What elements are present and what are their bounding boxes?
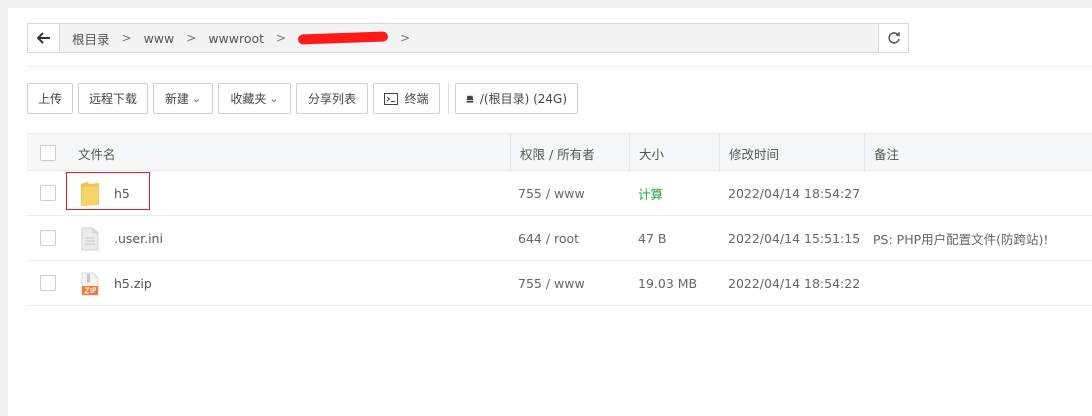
file-perm[interactable]: 644 / root [518,216,579,261]
upload-button[interactable]: 上传 [27,83,73,114]
file-perm[interactable]: 755 / www [518,261,585,306]
row-checkbox[interactable] [40,275,56,291]
file-name[interactable]: .user.ini [114,216,163,261]
chevron-right-icon: > [121,31,132,45]
table-row[interactable]: h5.zip 755 / www 19.03 MB 2022/04/14 18:… [27,261,1092,306]
breadcrumb-root[interactable]: 根目录 [68,29,114,48]
file-note: PS: PHP用户配置文件(防跨站)! [873,232,1049,247]
favorites-button[interactable]: 收藏夹 ⌄ [218,83,291,114]
table-row[interactable]: .user.ini 644 / root 47 B 2022/04/14 15:… [27,216,1092,261]
redacted-crumb [297,31,389,45]
disk-button[interactable]: /(根目录) (24G) [455,83,578,114]
header-note[interactable]: 备注 [874,134,899,172]
column-separator [629,134,630,172]
column-separator [864,134,865,172]
divider [27,66,1092,67]
chevron-down-icon: ⌄ [269,92,279,105]
toolbar: 上传 远程下载 新建 ⌄ 收藏夹 ⌄ 分享列表 终端 /(根目录) (24G) [27,83,583,114]
remote-download-button[interactable]: 远程下载 [78,83,148,114]
file-manager-panel: 根目录 > www > wwwroot > > 上传 远程下载 新建 ⌄ 收藏夹 ⌄… [8,8,1092,416]
file-mtime: 2022/04/14 18:54:22 [728,276,861,291]
select-all-checkbox[interactable] [40,145,56,161]
file-size: 19.03 MB [638,276,698,291]
folder-icon [80,171,100,216]
share-list-button[interactable]: 分享列表 [296,83,368,114]
refresh-icon [887,32,900,44]
terminal-button[interactable]: 终端 [373,83,440,114]
new-button[interactable]: 新建 ⌄ [153,83,213,114]
refresh-button[interactable] [878,24,908,52]
column-separator [719,134,720,172]
file-table: 文件名 权限 / 所有者 大小 修改时间 备注 h5 755 / www 计算 [27,133,1092,306]
file-name[interactable]: h5 [114,171,130,216]
header-perm[interactable]: 权限 / 所有者 [520,134,595,172]
file-mtime: 2022/04/14 18:54:27 [728,186,861,201]
header-mtime[interactable]: 修改时间 [729,134,779,172]
file-perm[interactable]: 755 / www [518,171,585,216]
chevron-right-icon: > [186,31,197,45]
chevron-right-icon: > [276,31,287,45]
file-mtime: 2022/04/14 15:51:15 [728,231,861,246]
table-header: 文件名 权限 / 所有者 大小 修改时间 备注 [27,133,1092,172]
calculate-size-link[interactable]: 计算 [638,171,663,216]
chevron-right-icon: > [400,31,411,45]
header-size[interactable]: 大小 [639,134,664,172]
toolbar-separator [448,83,449,114]
zip-icon [81,261,99,306]
header-name[interactable]: 文件名 [78,134,116,172]
back-button[interactable] [28,24,60,52]
file-name[interactable]: h5.zip [114,261,152,306]
highlight-box [66,172,150,210]
breadcrumb-wwwroot[interactable]: wwwroot [204,31,268,46]
terminal-icon [384,92,399,105]
arrow-left-icon [36,32,50,44]
disk-icon [466,95,474,103]
path-bar: 根目录 > www > wwwroot > > [27,23,909,53]
chevron-down-icon: ⌄ [191,92,202,105]
row-checkbox[interactable] [40,185,56,201]
breadcrumb-www[interactable]: www [140,31,179,46]
breadcrumb: 根目录 > www > wwwroot > > [60,24,418,52]
row-checkbox[interactable] [40,230,56,246]
column-separator [510,134,511,172]
file-size: 47 B [638,231,667,246]
file-icon [81,216,99,261]
table-row[interactable]: h5 755 / www 计算 2022/04/14 18:54:27 [27,171,1092,216]
